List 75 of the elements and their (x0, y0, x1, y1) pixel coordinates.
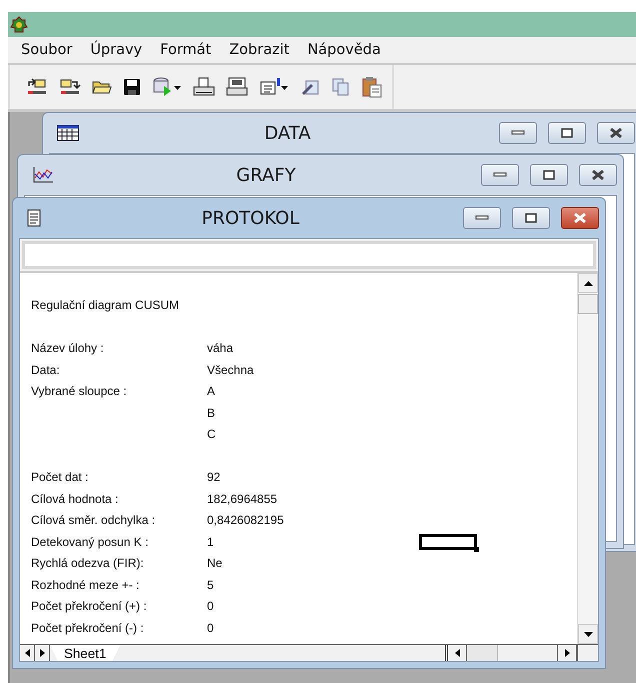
field-value: 92 (207, 470, 222, 484)
minimize-icon (475, 215, 489, 221)
maximize-button[interactable] (548, 122, 586, 144)
field-label: Počet dat : (31, 470, 90, 484)
close-icon (573, 213, 587, 223)
save-icon[interactable] (123, 78, 141, 96)
close-icon (609, 128, 623, 138)
app-logo-icon (10, 16, 28, 34)
maximize-button[interactable] (512, 207, 550, 229)
scroll-right-icon[interactable] (564, 649, 570, 657)
field-label: Rychlá odezva (FIR): (31, 556, 145, 570)
minimize-icon (493, 172, 507, 178)
close-button[interactable] (597, 122, 635, 144)
field-value: B (207, 406, 216, 420)
minimize-button[interactable] (499, 122, 537, 144)
field-value: 0 (207, 620, 215, 635)
formula-input-field[interactable] (22, 241, 596, 269)
field-label: Detekovaný posun K : (31, 534, 150, 549)
report-heading: Regulační diagram CUSUM (31, 298, 180, 312)
close-icon (591, 170, 605, 180)
document-icon (27, 209, 41, 227)
menu-item[interactable]: Zobrazit (220, 42, 298, 58)
scroll-up-icon[interactable] (584, 280, 592, 286)
maximize-icon (525, 213, 537, 223)
database-run-icon[interactable] (152, 77, 182, 97)
maximize-icon (561, 128, 573, 138)
field-value: C (207, 427, 217, 442)
window-title: DATA (263, 122, 312, 144)
report-dropdown-icon[interactable] (259, 77, 289, 97)
field-value: váha (207, 341, 234, 356)
maximize-button[interactable] (530, 164, 568, 186)
minimize-button[interactable] (481, 164, 519, 186)
selected-cell[interactable] (419, 534, 477, 550)
scroll-thumb[interactable] (578, 294, 598, 314)
table-icon (57, 125, 79, 141)
scroll-left-icon[interactable] (454, 649, 460, 657)
printer-icon[interactable] (193, 77, 215, 97)
folder-export-icon[interactable] (59, 77, 81, 97)
menu-item[interactable]: Soubor (12, 42, 82, 58)
menu-item[interactable]: Formát (151, 42, 220, 58)
edit-icon[interactable] (300, 78, 320, 96)
menu-item[interactable]: Úpravy (81, 42, 152, 58)
field-label: Vybrané sloupce : (31, 384, 128, 398)
field-value: Ne (207, 556, 224, 570)
field-label: Počet překročení (+) : (31, 599, 148, 614)
field-value: Všechna (207, 362, 255, 377)
sheet-tab[interactable]: Sheet1 (50, 645, 120, 661)
line-chart-icon (32, 166, 54, 184)
field-label: Rozhodné meze +- : (31, 578, 140, 592)
window-title: GRAFY (235, 164, 297, 186)
field-label: Cílová hodnota : (31, 492, 120, 506)
field-value: 182,6964855 (207, 492, 278, 506)
field-label: Počet překročení (-) : (31, 620, 145, 635)
minimize-icon (511, 130, 525, 136)
open-folder-icon[interactable] (92, 79, 112, 95)
field-label: Cílová směr. odchylka : (31, 513, 156, 528)
folder-import-icon[interactable] (26, 77, 48, 97)
maximize-icon (543, 170, 555, 180)
field-label: Data: (31, 362, 61, 377)
close-button[interactable] (561, 207, 599, 229)
minimize-button[interactable] (463, 207, 501, 229)
window-title: PROTOKOL (200, 208, 300, 228)
scroll-down-icon[interactable] (584, 632, 592, 636)
vertical-scrollbar[interactable] (577, 273, 598, 644)
paste-icon[interactable] (362, 76, 382, 98)
field-value: 1 (207, 534, 215, 549)
field-value: 5 (207, 578, 215, 592)
print-preview-icon[interactable] (226, 77, 248, 97)
menu-item[interactable]: Nápověda (298, 42, 390, 58)
copy-icon[interactable] (331, 77, 351, 97)
field-value: A (207, 384, 216, 398)
field-value: 0 (207, 599, 215, 614)
close-button[interactable] (579, 164, 617, 186)
field-label: Název úlohy : (31, 341, 105, 356)
field-value: 0,8426082195 (207, 513, 285, 528)
